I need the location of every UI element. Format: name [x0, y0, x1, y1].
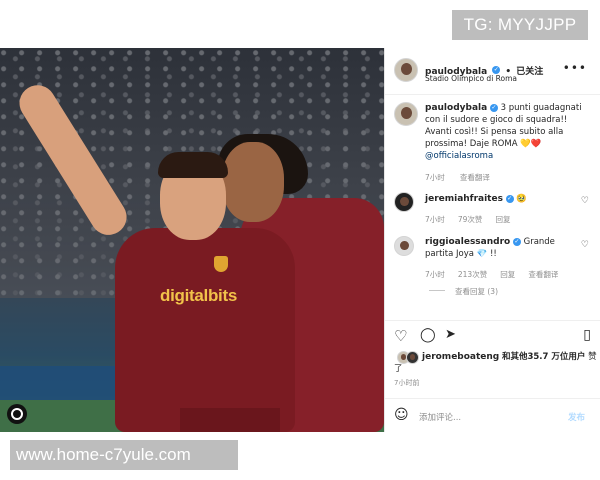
post-header: paulodybala ✓ • 已关注 Stadio Olimpico di R… — [385, 48, 600, 95]
comment-like-heart-icon[interactable]: ♡ — [581, 196, 589, 206]
author-avatar[interactable] — [394, 58, 418, 82]
replies-divider — [429, 290, 445, 291]
comment-likes[interactable]: 213次赞 — [458, 270, 487, 279]
comment-time: 7小时 — [425, 270, 445, 279]
caption-line-4: prossima! Daje ROMA 💛❤️ — [425, 139, 542, 149]
caption-translate-link[interactable]: 查看翻译 — [460, 173, 490, 182]
caption-avatar[interactable] — [394, 102, 418, 126]
post-location[interactable]: Stadio Olimpico di Roma — [425, 74, 517, 83]
commenter-avatar[interactable] — [394, 236, 414, 256]
comment-likes[interactable]: 79次赞 — [458, 215, 483, 224]
likes-suffix: 赞 — [588, 352, 597, 362]
comment-text-cont: partita Joya 💎 !! — [425, 249, 497, 259]
watermark-bottom: www.home-c7yule.com — [10, 440, 238, 470]
liker-username[interactable]: jeromeboateng — [422, 352, 499, 362]
heart-icon[interactable]: ♡ — [394, 327, 407, 345]
caption-line-3: Avanti così!! Si pensa subito alla — [425, 127, 564, 137]
comment-time: 7小时 — [425, 215, 445, 224]
player-left-jersey — [115, 228, 295, 432]
comment-reply-link[interactable]: 回复 — [496, 215, 511, 224]
comment-icon[interactable]: ◯ — [420, 327, 436, 343]
view-replies-link[interactable]: 查看回复 (3) — [455, 286, 498, 297]
caption-username[interactable]: paulodybala — [425, 103, 487, 113]
bookmark-icon[interactable]: ▯ — [583, 327, 591, 343]
send-icon[interactable]: ➤ — [445, 327, 456, 342]
verified-badge-icon: ✓ — [492, 65, 501, 74]
watermark-top: TG: MYYJJPP — [452, 10, 588, 40]
comment-translate-link[interactable]: 查看翻译 — [528, 270, 558, 279]
comment-username[interactable]: riggioalessandro — [425, 237, 510, 247]
caption-mention[interactable]: @officialasroma — [425, 150, 595, 162]
likes-count[interactable]: 和其他35.7 万位用户 — [502, 352, 585, 362]
commenter-avatar[interactable] — [394, 192, 414, 212]
player-left-hair — [158, 152, 228, 178]
smiley-icon[interactable]: ☺ — [394, 407, 409, 423]
post-time: 7小时前 — [394, 379, 420, 387]
caption-line-2: con il sudore e gioco di squadra!! — [425, 115, 568, 125]
verified-badge-icon: ✓ — [512, 237, 521, 246]
post-photo[interactable]: digitalbits 21 — [0, 48, 384, 432]
comment-username[interactable]: jeremiahfraites — [425, 194, 503, 204]
comment-input[interactable]: 添加评论... — [419, 411, 461, 423]
player-right-head — [222, 142, 284, 222]
caption-time: 7小时 — [425, 173, 445, 182]
add-comment-bar: ☺ 添加评论... 发布 — [385, 398, 600, 433]
comment-text: Grande — [523, 237, 555, 247]
verified-badge-icon: ✓ — [489, 103, 498, 112]
liker-avatar[interactable] — [406, 351, 419, 364]
action-bar: ♡ ◯ ➤ ▯ — [385, 320, 600, 351]
comment-text: 🥹 — [516, 194, 527, 204]
comment-like-heart-icon[interactable]: ♡ — [581, 240, 589, 250]
post-comment-button[interactable]: 发布 — [568, 411, 585, 423]
tagged-user-icon[interactable] — [7, 404, 27, 424]
jersey-sponsor: digitalbits — [160, 286, 237, 305]
shirt-number: 21 — [210, 428, 243, 432]
post-side-panel: paulodybala ✓ • 已关注 Stadio Olimpico di R… — [384, 48, 600, 432]
club-crest — [214, 256, 228, 272]
likes-suffix-2: 了 — [394, 364, 403, 374]
verified-badge-icon: ✓ — [505, 194, 514, 203]
follow-status[interactable]: 已关注 — [516, 67, 543, 77]
more-horizontal-icon[interactable]: ••• — [563, 61, 587, 75]
caption-line-1: 3 punti guadagnati — [500, 103, 582, 113]
comment-reply-link[interactable]: 回复 — [500, 270, 515, 279]
